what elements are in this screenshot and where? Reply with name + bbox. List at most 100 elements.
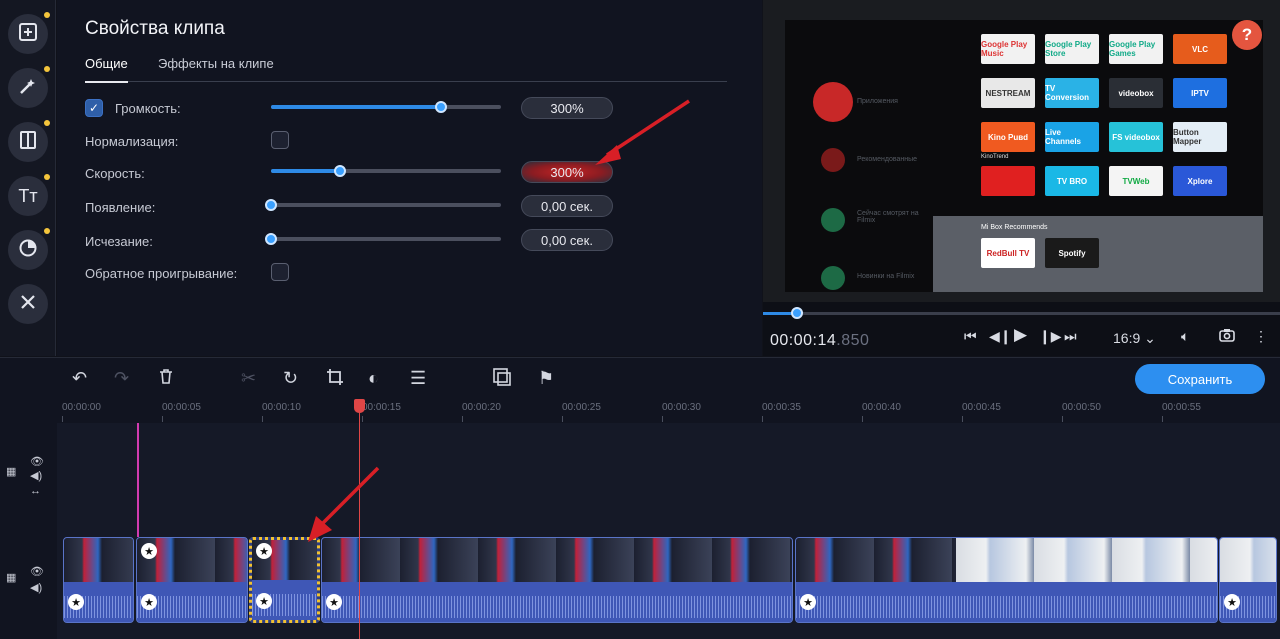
normalize-label: Нормализация: <box>85 134 179 149</box>
effects-button[interactable] <box>8 66 50 108</box>
timeline-clip[interactable]: ★ ★ <box>136 537 248 623</box>
play-icon[interactable]: ▶ <box>1014 325 1027 345</box>
delete-icon[interactable] <box>158 368 174 390</box>
speaker-icon[interactable]: ◀︎) <box>30 469 42 482</box>
timeline-clip[interactable]: ★ <box>321 537 793 623</box>
fade-in-label: Появление: <box>85 200 156 215</box>
save-button[interactable]: Сохранить <box>1135 364 1265 394</box>
magic-wand-icon <box>18 76 38 101</box>
rotate-icon[interactable]: ↻ <box>283 368 298 389</box>
speaker-icon[interactable]: ◀︎) <box>30 581 42 594</box>
titles-button[interactable]: Tт <box>8 174 50 216</box>
ruler-tick-label: 00:00:00 <box>62 402 101 422</box>
tab-general[interactable]: Общие <box>85 56 128 83</box>
settings-sliders-icon[interactable]: ☰ <box>410 368 426 389</box>
help-button[interactable]: ? <box>1232 20 1262 50</box>
import-button[interactable] <box>8 12 50 54</box>
marker-line <box>137 423 139 537</box>
tv-tile: RedBull TV <box>981 238 1035 268</box>
tv-menu-item: Рекомендованные <box>857 156 918 163</box>
skip-to-start-icon[interactable]: ⏮ <box>964 328 977 345</box>
preview-scrubber[interactable] <box>763 307 1280 319</box>
fade-in-slider[interactable] <box>265 199 501 211</box>
tv-app-tile <box>981 166 1035 196</box>
scrubber-knob[interactable] <box>790 307 803 319</box>
step-forward-icon[interactable]: ❙▶ <box>1039 328 1062 345</box>
timeline-clip[interactable]: ★ <box>795 537 1218 623</box>
preview-panel: Приложения Рекомендованные Сейчас смотря… <box>763 0 1280 356</box>
step-back-icon[interactable]: ◀❙ <box>989 328 1012 345</box>
timeline-clip[interactable]: ★ <box>63 537 134 623</box>
ruler-tick-label: 00:00:40 <box>862 402 901 422</box>
tv-filmix-new-icon <box>821 266 845 290</box>
tv-apps-icon <box>813 82 853 122</box>
tv-app-tile: Google Play Store <box>1045 34 1099 64</box>
fade-out-slider-knob[interactable] <box>265 233 277 245</box>
ruler-tick-label: 00:00:45 <box>962 402 1001 422</box>
stickers-button[interactable] <box>8 228 50 270</box>
ruler-tick-label: 00:00:55 <box>1162 402 1201 422</box>
reverse-checkbox[interactable] <box>271 263 289 281</box>
ruler-tick-label: 00:00:50 <box>1062 402 1101 422</box>
speed-slider-knob[interactable] <box>334 165 346 177</box>
eye-icon[interactable]: 👁︎ <box>30 565 44 578</box>
star-icon[interactable]: ★ <box>800 594 816 610</box>
normalize-checkbox[interactable] <box>271 131 289 149</box>
star-icon[interactable]: ★ <box>141 543 157 559</box>
skip-to-end-icon[interactable]: ⏭ <box>1064 328 1077 345</box>
star-icon[interactable]: ★ <box>141 594 157 610</box>
timeline-clip[interactable]: ★ <box>1219 537 1277 623</box>
star-icon[interactable]: ★ <box>326 594 342 610</box>
tv-app-tile: videobox <box>1109 78 1163 108</box>
crop-icon[interactable] <box>326 368 344 391</box>
transitions-button[interactable] <box>8 120 50 162</box>
annotation-arrow <box>595 99 690 165</box>
tv-app-tile: Google Play Music <box>981 34 1035 64</box>
star-icon[interactable]: ★ <box>256 543 272 559</box>
playhead-handle[interactable] <box>354 399 365 413</box>
timeline-ruler[interactable]: 00:00:00 00:00:05 00:00:10 00:00:15 00:00:20… <box>0 399 1280 423</box>
panel-title: Свойства клипа <box>85 18 225 39</box>
ruler-tick-label: 00:00:05 <box>162 402 201 422</box>
tools-icon <box>18 292 38 317</box>
tv-app-tile: TV Conversion <box>1045 78 1099 108</box>
fade-out-slider[interactable] <box>265 233 501 245</box>
tab-clip-effects[interactable]: Эффекты на клипе <box>158 56 274 71</box>
reverse-label: Обратное проигрывание: <box>85 266 238 281</box>
film-track-icon: ▦ <box>6 466 17 478</box>
volume-icon[interactable]: 🔈︎ <box>1181 328 1189 345</box>
tv-app-tile: FS videobox <box>1109 122 1163 152</box>
volume-slider-knob[interactable] <box>435 101 448 113</box>
star-icon[interactable]: ★ <box>1224 594 1240 610</box>
tools-button[interactable] <box>8 284 48 324</box>
marker-flag-icon[interactable]: ⚑ <box>538 368 554 389</box>
fade-in-value-field[interactable]: 0,00 сек. <box>521 195 613 217</box>
eye-icon[interactable]: 👁︎ <box>30 455 44 468</box>
fade-in-slider-knob[interactable] <box>265 199 277 211</box>
color-adjust-icon[interactable]: ◐ <box>368 368 379 389</box>
star-icon[interactable]: ★ <box>256 593 272 609</box>
tv-app-tile: TV BRO <box>1045 166 1099 196</box>
tv-app-tile: IPTV <box>1173 78 1227 108</box>
cut-icon[interactable]: ✂ <box>241 368 256 389</box>
edit-toolbar: ↶ ↷ ✂ ↻ ◐ ☰ ⚑ Сохранить <box>0 357 1280 399</box>
tv-app-tile: Google Play Games <box>1109 34 1163 64</box>
tv-menu-item: Новинки на Filmix <box>857 273 915 280</box>
tv-recommended-icon <box>821 148 845 172</box>
volume-slider[interactable] <box>271 101 501 113</box>
star-icon[interactable]: ★ <box>68 594 84 610</box>
speed-slider[interactable] <box>271 165 501 177</box>
redo-icon[interactable]: ↷ <box>114 368 129 389</box>
track-header-gutter: ≡+ ▦ 👁︎ ◀︎) ↔ ▦ 👁︎ ◀︎) <box>0 399 57 639</box>
fade-out-value-field[interactable]: 0,00 сек. <box>521 229 613 251</box>
volume-checkbox[interactable]: ✓ <box>85 99 103 117</box>
tv-recommends-row: Mi Box Recommends RedBull TV Spotify <box>933 216 1263 292</box>
link-icon[interactable]: ↔ <box>30 485 41 497</box>
camera-icon[interactable] <box>1219 328 1235 345</box>
speed-label: Скорость: <box>85 166 145 181</box>
clip-properties-icon[interactable] <box>493 368 511 391</box>
aspect-ratio-select[interactable]: 16:9 ⌄ <box>1113 330 1156 347</box>
undo-icon[interactable]: ↶ <box>72 368 87 389</box>
ruler-tick-label: 00:00:20 <box>462 402 501 422</box>
more-options-icon[interactable]: ⋮ <box>1254 328 1268 345</box>
